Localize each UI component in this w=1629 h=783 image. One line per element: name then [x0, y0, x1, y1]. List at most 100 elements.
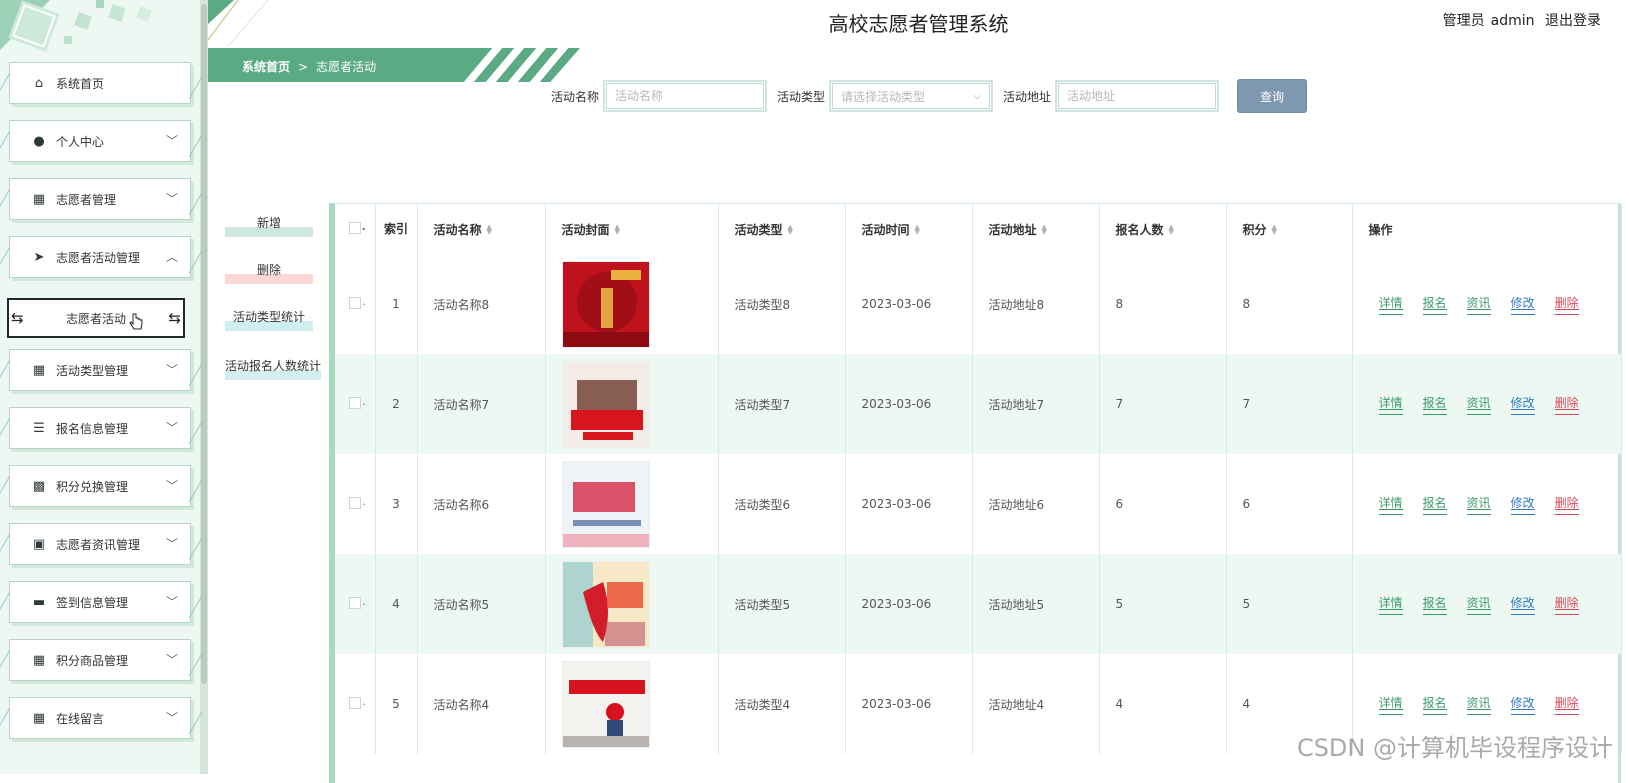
signup-count-stats-button[interactable]: 活动报名人数统计 [225, 357, 322, 380]
sidebar-item[interactable]: ▦ 在线留言 ﹀ [0, 697, 203, 739]
sidebar-item[interactable]: ▬ 签到信息管理 ﹀ [0, 581, 203, 623]
row-checkbox[interactable] [348, 695, 366, 709]
search-button[interactable]: 查询 [1237, 79, 1308, 113]
signup-link[interactable]: 报名 [1422, 294, 1447, 315]
chevron-down-icon: ﹀ [165, 421, 178, 435]
activity-type-select[interactable]: 请选择活动类型 ⌵ [832, 83, 991, 109]
activity-address-input[interactable] [1058, 83, 1217, 109]
delete-link[interactable]: 删除 [1554, 694, 1579, 715]
row-checkbox[interactable] [348, 395, 366, 409]
col-time[interactable]: 活动时间 ▲ ▼ [845, 204, 973, 254]
cell-index: 3 [375, 454, 418, 554]
col-name[interactable]: 活动名称 ▲ ▼ [417, 204, 546, 254]
signup-link[interactable]: 报名 [1422, 494, 1447, 515]
detail-link[interactable]: 详情 [1378, 494, 1403, 515]
edit-link[interactable]: 修改 [1510, 394, 1535, 415]
activity-address-field-wrap [1055, 80, 1220, 112]
row-checkbox[interactable] [348, 495, 366, 509]
sidebar-item[interactable]: ⌂ 系统首页 [0, 62, 203, 104]
activity-cover-image[interactable] [561, 560, 650, 648]
table-body: 1活动名称8活动类型82023-03-06活动地址888详情报名资讯修改删除2活… [335, 254, 1622, 754]
sort-icon[interactable]: ▲ ▼ [915, 224, 920, 236]
signup-link[interactable]: 报名 [1422, 394, 1447, 415]
sort-icon[interactable]: ▲ ▼ [1272, 224, 1277, 236]
sidebar-subitem-volunteer-activity[interactable]: ⇆ 志愿者活动 ⇆ [7, 298, 185, 338]
sort-icon[interactable]: ▲ ▼ [1042, 224, 1047, 236]
sidebar-item[interactable]: ● 个人中心 ﹀ [0, 120, 203, 162]
col-cover-label: 活动封面 [561, 222, 610, 237]
news-link[interactable]: 资讯 [1466, 594, 1491, 615]
delete-link[interactable]: 删除 [1554, 394, 1579, 415]
news-link[interactable]: 资讯 [1466, 294, 1491, 315]
row-checkbox[interactable] [348, 295, 366, 309]
chevron-down-icon: ﹀ [165, 595, 178, 609]
cell-address: 活动地址8 [972, 254, 1100, 354]
sidebar-item[interactable]: ▦ 活动类型管理 ﹀ [0, 349, 203, 391]
sort-icon[interactable]: ▲ ▼ [615, 224, 620, 236]
sidebar-item[interactable]: ▦ 志愿者管理 ﹀ [0, 178, 203, 220]
select-all-checkbox[interactable] [348, 220, 366, 234]
activity-type-label: 活动类型 [777, 89, 826, 104]
col-address[interactable]: 活动地址 ▲ ▼ [972, 204, 1100, 254]
col-name-label: 活动名称 [433, 222, 482, 237]
col-points[interactable]: 积分 ▲ ▼ [1226, 204, 1353, 254]
activity-name-input[interactable] [606, 83, 765, 109]
col-type[interactable]: 活动类型 ▲ ▼ [718, 204, 846, 254]
activity-cover-image[interactable] [561, 260, 650, 348]
edit-link[interactable]: 修改 [1510, 294, 1535, 315]
activity-table-wrap: 索引 活动名称 ▲▼ 活动封面 ▲▼ 活动类型 ▲▼ 活动时间 ▲▼ 活动地址 ▲▼ 报名… [329, 203, 1622, 783]
activity-cover-image[interactable] [561, 360, 650, 448]
table-row: 2活动名称7活动类型72023-03-06活动地址777详情报名资讯修改删除 [335, 354, 1622, 454]
sidebar-item[interactable]: ▩ 积分兑换管理 ﹀ [0, 465, 203, 507]
sidebar-item[interactable]: ☰ 报名信息管理 ﹀ [0, 407, 203, 449]
breadcrumb: 系统首页 > 志愿者活动 [208, 48, 580, 82]
col-count[interactable]: 报名人数 ▲ ▼ [1099, 204, 1227, 254]
signup-link[interactable]: 报名 [1422, 694, 1447, 715]
activity-cover-image[interactable] [561, 460, 650, 548]
chevron-down-icon: ⌵ [973, 90, 982, 102]
cell-name: 活动名称7 [417, 354, 546, 454]
cell-name: 活动名称4 [417, 654, 546, 754]
cell-index: 5 [375, 654, 418, 754]
logout-link[interactable]: 退出登录 [1545, 13, 1601, 29]
activity-cover-image[interactable] [561, 660, 650, 748]
sidebar-item-label: 系统首页 [56, 76, 105, 91]
detail-link[interactable]: 详情 [1378, 394, 1403, 415]
delete-link[interactable]: 删除 [1554, 494, 1579, 515]
edit-link[interactable]: 修改 [1510, 694, 1535, 715]
sidebar-item[interactable]: ➤ 志愿者活动管理 ︿ [0, 236, 203, 278]
detail-link[interactable]: 详情 [1378, 594, 1403, 615]
news-link[interactable]: 资讯 [1466, 394, 1491, 415]
sort-icon[interactable]: ▲ ▼ [1169, 224, 1174, 236]
col-ops: 操作 [1352, 204, 1622, 254]
cell-type: 活动类型5 [718, 554, 846, 654]
news-link[interactable]: 资讯 [1466, 694, 1491, 715]
breadcrumb-home[interactable]: 系统首页 [242, 60, 290, 74]
delete-button[interactable]: 删除 [225, 261, 313, 284]
sidebar-item[interactable]: ▦ 积分商品管理 ﹀ [0, 639, 203, 681]
table-row: 1活动名称8活动类型82023-03-06活动地址888详情报名资讯修改删除 [335, 254, 1622, 354]
cell-cover [545, 554, 719, 654]
delete-link[interactable]: 删除 [1554, 594, 1579, 615]
chevron-down-icon: ﹀ [165, 653, 178, 667]
scrollbar-thumb[interactable] [201, 4, 207, 684]
detail-link[interactable]: 详情 [1378, 694, 1403, 715]
detail-link[interactable]: 详情 [1378, 294, 1403, 315]
home-icon: ⌂ [34, 75, 44, 91]
sidebar-scrollbar[interactable] [200, 0, 208, 774]
edit-link[interactable]: 修改 [1510, 594, 1535, 615]
col-cover[interactable]: 活动封面 ▲ ▼ [545, 204, 719, 254]
activity-type-stats-button[interactable]: 活动类型统计 [225, 308, 313, 331]
sort-icon[interactable]: ▲ ▼ [487, 224, 492, 236]
sidebar-item-label: 个人中心 [56, 134, 105, 149]
news-link[interactable]: 资讯 [1466, 494, 1491, 515]
sidebar-item[interactable]: ▣ 志愿者资讯管理 ﹀ [0, 523, 203, 565]
search-form: 活动名称 活动类型 请选择活动类型 ⌵ 活动地址 查询 [551, 79, 1308, 113]
row-checkbox[interactable] [348, 595, 366, 609]
delete-link[interactable]: 删除 [1554, 294, 1579, 315]
signup-link[interactable]: 报名 [1422, 594, 1447, 615]
edit-link[interactable]: 修改 [1510, 494, 1535, 515]
sort-icon[interactable]: ▲ ▼ [788, 224, 793, 236]
signup-count-stats-label: 活动报名人数统计 [225, 359, 322, 373]
add-button[interactable]: 新增 [225, 214, 313, 237]
